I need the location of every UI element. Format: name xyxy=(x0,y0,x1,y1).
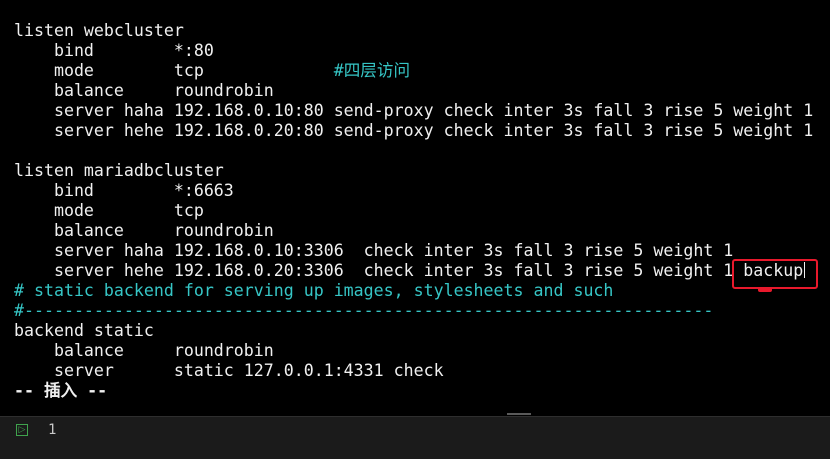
editor-line-text: balance roundrobin xyxy=(14,81,274,100)
editor-line-text: server static 127.0.0.1:4331 check xyxy=(14,361,444,380)
editor-line[interactable]: balance roundrobin xyxy=(14,81,813,101)
editor-line-text: server hehe 192.168.0.20:80 send-proxy c… xyxy=(14,121,814,140)
session-count: 1 xyxy=(48,422,57,438)
editor-line-text: -- xyxy=(14,381,44,400)
editor-line-text: bind *:80 xyxy=(14,41,214,60)
editor-line[interactable]: # static backend for serving up images, … xyxy=(14,281,813,301)
editor-line[interactable]: backend static xyxy=(14,321,813,341)
editor-line-text: server haha 192.168.0.10:80 send-proxy c… xyxy=(14,101,814,120)
editor-buffer[interactable]: listen webcluster bind *:80 mode tcp #四层… xyxy=(14,21,813,401)
editor-line[interactable]: server hehe 192.168.0.20:3306 check inte… xyxy=(14,261,813,281)
editor-line-text: # xyxy=(333,61,344,80)
editor-line[interactable]: balance roundrobin xyxy=(14,221,813,241)
editor-line[interactable]: server haha 192.168.0.10:80 send-proxy c… xyxy=(14,101,813,121)
highlight-underline-mark xyxy=(758,287,772,292)
editor-line[interactable]: server static 127.0.0.1:4331 check xyxy=(14,361,813,381)
editor-line[interactable]: listen webcluster xyxy=(14,21,813,41)
editor-line-text: 四层访问 xyxy=(343,61,411,80)
editor-line[interactable]: listen mariadbcluster xyxy=(14,161,813,181)
bottom-status-panel: ▷ 1 xyxy=(0,416,830,459)
editor-line-text: bind *:6663 xyxy=(14,181,234,200)
editor-line-text: mode tcp xyxy=(14,201,204,220)
editor-line[interactable]: -- 插入 -- xyxy=(14,381,813,401)
editor-line-text: #---------------------------------------… xyxy=(14,301,714,320)
editor-line[interactable]: server hehe 192.168.0.20:80 send-proxy c… xyxy=(14,121,813,141)
editor-line-text: mode tcp xyxy=(14,61,334,80)
terminal-window[interactable]: listen webcluster bind *:80 mode tcp #四层… xyxy=(0,0,830,416)
editor-line-text: backend static xyxy=(14,321,154,340)
editor-line[interactable] xyxy=(14,141,813,161)
editor-line[interactable]: mode tcp xyxy=(14,201,813,221)
editor-line-text: server haha 192.168.0.10:3306 check inte… xyxy=(14,241,734,260)
editor-line-text: # static backend for serving up images, … xyxy=(14,281,614,300)
editor-line[interactable]: bind *:80 xyxy=(14,41,813,61)
terminal-prompt-icon[interactable]: ▷ xyxy=(16,424,28,436)
editor-line[interactable]: balance roundrobin xyxy=(14,341,813,361)
editor-line-text: server hehe 192.168.0.20:3306 check inte… xyxy=(14,261,804,280)
panel-resize-handle[interactable] xyxy=(507,413,531,415)
editor-line-text: -- xyxy=(77,381,108,400)
editor-line-text: balance roundrobin xyxy=(14,221,274,240)
backup-highlight-box xyxy=(732,259,818,289)
editor-line[interactable]: server haha 192.168.0.10:3306 check inte… xyxy=(14,241,813,261)
editor-line[interactable]: #---------------------------------------… xyxy=(14,301,813,321)
editor-line[interactable]: bind *:6663 xyxy=(14,181,813,201)
editor-line[interactable]: mode tcp #四层访问 xyxy=(14,61,813,81)
editor-line-text: listen webcluster xyxy=(14,21,184,40)
editor-line-text: balance roundrobin xyxy=(14,341,274,360)
editor-line-text: 插入 xyxy=(43,381,78,400)
editor-line-text: listen mariadbcluster xyxy=(14,161,224,180)
